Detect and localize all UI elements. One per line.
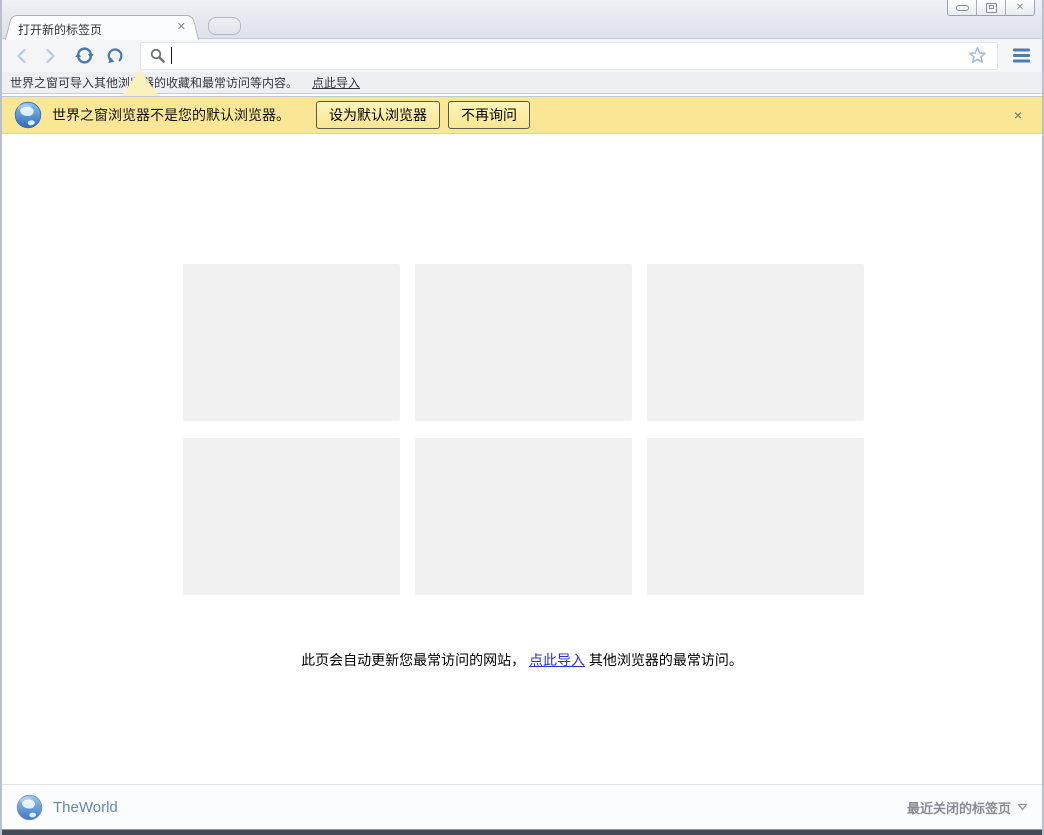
top-site-tile[interactable] — [183, 438, 400, 595]
star-icon — [968, 46, 987, 65]
close-icon: ✕ — [1016, 3, 1024, 13]
address-bar[interactable] — [140, 42, 998, 70]
reload-button[interactable] — [72, 43, 96, 69]
top-site-tile[interactable] — [183, 264, 400, 421]
top-site-tile[interactable] — [415, 438, 632, 595]
chevron-left-icon — [13, 47, 31, 65]
window-controls: ✕ — [947, 0, 1035, 16]
import-infobar: 世界之窗可导入其他浏览器的收藏和最常访问等内容。 点此导入 — [2, 72, 1042, 94]
forward-button[interactable] — [38, 43, 62, 69]
top-sites-grid — [183, 264, 864, 595]
back-button[interactable] — [10, 43, 34, 69]
notification-message: 世界之窗浏览器不是您的默认浏览器。 — [52, 105, 290, 125]
import-link[interactable]: 点此导入 — [312, 74, 360, 91]
top-site-tile[interactable] — [647, 264, 864, 421]
chevron-right-icon — [41, 47, 59, 65]
top-site-tile[interactable] — [647, 438, 864, 595]
globe-icon — [16, 794, 43, 821]
tab-close-icon[interactable]: ✕ — [177, 20, 186, 33]
dont-ask-again-button[interactable]: 不再询问 — [448, 101, 530, 129]
close-window-button[interactable]: ✕ — [1005, 0, 1034, 15]
triangle-down-icon — [1017, 803, 1028, 811]
browser-window: ✕ 打开新的标签页 ✕ — [0, 0, 1044, 835]
minimize-button[interactable] — [948, 0, 976, 15]
tab-new-tab-page[interactable]: 打开新的标签页 ✕ — [16, 15, 188, 40]
navigation-toolbar — [2, 39, 1042, 72]
hint-text-before: 此页会自动更新您最常访问的网站， — [301, 652, 525, 668]
menu-button[interactable] — [1006, 43, 1036, 69]
text-caret — [171, 47, 172, 64]
minimize-icon — [956, 5, 969, 11]
tab-title: 打开新的标签页 — [18, 21, 102, 38]
recently-closed-tabs-button[interactable]: 最近关闭的标签页 — [907, 798, 1028, 817]
notification-close-icon[interactable]: × — [1014, 108, 1022, 122]
default-browser-notification: 世界之窗浏览器不是您的默认浏览器。 设为默认浏览器 不再询问 × — [2, 96, 1042, 134]
brand-label: TheWorld — [53, 799, 118, 816]
undo-close-button[interactable] — [104, 43, 128, 69]
hamburger-icon — [1012, 48, 1031, 63]
address-input[interactable] — [174, 47, 965, 64]
titlebar: ✕ 打开新的标签页 ✕ — [2, 0, 1042, 39]
footer-bar: TheWorld 最近关闭的标签页 — [2, 784, 1042, 829]
set-default-browser-button[interactable]: 设为默认浏览器 — [316, 101, 440, 129]
hint-text-after: 其他浏览器的最常访问。 — [589, 652, 743, 668]
window-frame-bottom — [2, 829, 1042, 835]
bookmark-button[interactable] — [965, 44, 989, 68]
maximize-icon — [986, 3, 997, 13]
globe-icon — [14, 101, 42, 129]
recently-closed-label: 最近关闭的标签页 — [907, 798, 1011, 817]
reload-icon — [74, 45, 95, 66]
search-icon — [149, 47, 166, 64]
callout-pointer-up — [122, 69, 158, 96]
new-tab-button[interactable] — [208, 17, 241, 35]
hint-import-link[interactable]: 点此导入 — [529, 652, 585, 668]
top-site-tile[interactable] — [415, 264, 632, 421]
import-hint: 此页会自动更新您最常访问的网站， 点此导入 其他浏览器的最常访问。 — [2, 650, 1042, 670]
maximize-button[interactable] — [976, 0, 1005, 15]
undo-arrow-icon — [106, 46, 126, 66]
